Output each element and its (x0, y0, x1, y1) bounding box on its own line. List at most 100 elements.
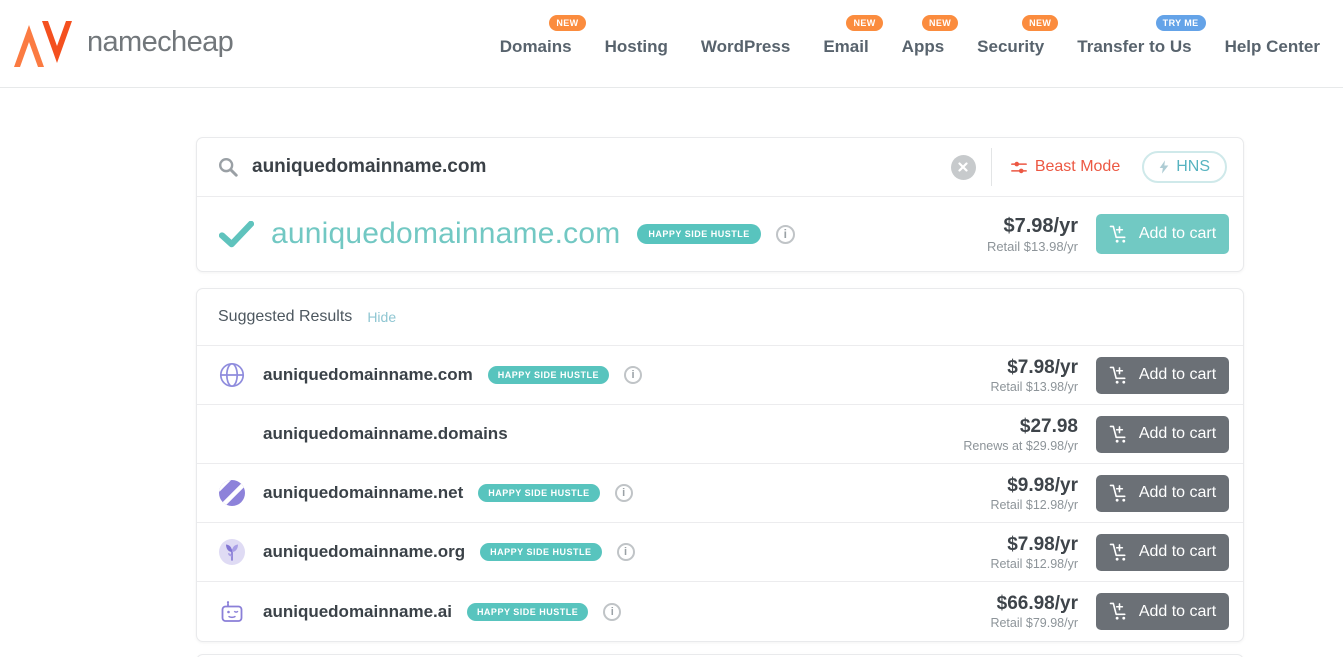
nav-label: Transfer to Us (1077, 36, 1192, 56)
nav-transfer-to-us[interactable]: TRY ME Transfer to Us (1077, 14, 1206, 57)
suggested-row-org: auniquedomainname.org HAPPY SIDE HUSTLE … (197, 523, 1243, 582)
nav-help-center[interactable]: Help Center (1225, 31, 1320, 57)
nav-hosting[interactable]: Hosting (605, 31, 668, 57)
add-to-cart-label: Add to cart (1138, 602, 1217, 620)
primary-domain-name: auniquedomainname.com (271, 217, 621, 250)
ai-robot-icon (218, 598, 246, 626)
domain-search-bar: Beast Mode HNS (197, 138, 1243, 197)
logo-text: namecheap (87, 25, 234, 58)
add-to-cart-label: Add to cart (1138, 366, 1217, 383)
domain-search-input[interactable] (252, 156, 951, 178)
globe-icon (218, 361, 246, 389)
suggested-row-net: auniquedomainname.net HAPPY SIDE HUSTLE … (197, 464, 1243, 523)
nav-security[interactable]: NEW Security (977, 14, 1059, 57)
suggested-domain-name: auniquedomainname.ai (263, 601, 452, 621)
suggested-row-ai: auniquedomainname.ai HAPPY SIDE HUSTLE i… (197, 582, 1243, 641)
cart-plus-icon (1109, 484, 1126, 502)
suggested-domain-name: auniquedomainname.net (263, 483, 464, 502)
retail-price: Retail $13.98/yr (986, 238, 1078, 254)
price-block: $66.98/yr Retail $79.98/yr (990, 593, 1078, 630)
info-icon[interactable]: i (603, 602, 622, 621)
namecheap-logo[interactable]: namecheap (14, 20, 234, 67)
suggested-domain-name: auniquedomainname.domains (263, 424, 508, 443)
price-block: $7.98/yr Retail $13.98/yr (990, 357, 1078, 394)
price: $7.98/yr (1007, 356, 1078, 378)
happy-side-hustle-badge: HAPPY SIDE HUSTLE (466, 602, 589, 621)
close-icon (958, 162, 968, 172)
divider (990, 148, 992, 186)
net-tld-icon (218, 479, 246, 507)
suggested-results-card: Suggested Results Hide auniquedomainname… (196, 288, 1244, 642)
suggested-domain-name: auniquedomainname.com (263, 365, 473, 384)
suggested-row-domains: auniquedomainname.domains $27.98 Renews … (197, 405, 1243, 464)
happy-side-hustle-badge: HAPPY SIDE HUSTLE (478, 484, 600, 502)
add-to-cart-button[interactable]: Add to cart (1096, 533, 1229, 571)
nav-label: WordPress (700, 36, 791, 56)
cart-plus-icon (1109, 366, 1126, 384)
nav-label: Security (977, 36, 1045, 56)
header: namecheap NEW Domains Hosting WordPress … (0, 0, 1343, 88)
price: $7.98/yr (1007, 533, 1078, 555)
icon-placeholder (218, 420, 246, 448)
namecheap-domain-search-page: namecheap NEW Domains Hosting WordPress … (0, 0, 1343, 657)
cart-plus-icon (1109, 225, 1126, 243)
happy-side-hustle-badge: HAPPY SIDE HUSTLE (480, 543, 602, 561)
suggested-row-com: auniquedomainname.com HAPPY SIDE HUSTLE … (197, 346, 1243, 405)
price-block: $7.98/yr Retail $12.98/yr (990, 534, 1078, 571)
clear-search-button[interactable] (950, 154, 976, 180)
price: $7.98/yr (1003, 214, 1078, 237)
main-nav: NEW Domains Hosting WordPress NEW Email … (499, 14, 1320, 57)
beast-mode-label: Beast Mode (1034, 158, 1121, 175)
add-to-cart-button[interactable]: Add to cart (1096, 593, 1229, 630)
retail-price: Retail $12.98/yr (990, 556, 1078, 571)
nav-apps[interactable]: NEW Apps (902, 14, 959, 57)
price: $66.98/yr (996, 593, 1078, 614)
available-check-icon (219, 220, 254, 247)
search-card: Beast Mode HNS auniquedomainname.com HAP… (196, 137, 1244, 272)
add-to-cart-label: Add to cart (1138, 484, 1217, 501)
retail-price: Retail $12.98/yr (990, 497, 1078, 512)
nav-domains[interactable]: NEW Domains (499, 14, 586, 57)
info-icon[interactable]: i (775, 224, 795, 244)
suggested-results-title: Suggested Results (218, 308, 353, 325)
primary-price-block: $7.98/yr Retail $13.98/yr (987, 215, 1078, 254)
new-badge: NEW (549, 14, 586, 31)
nav-label: Hosting (604, 36, 668, 56)
info-icon[interactable]: i (616, 543, 635, 561)
cart-plus-icon (1109, 425, 1126, 443)
add-to-cart-button[interactable]: Add to cart (1096, 415, 1229, 453)
info-icon[interactable]: i (624, 366, 643, 384)
retail-price: Retail $13.98/yr (990, 379, 1078, 394)
nav-email[interactable]: NEW Email (823, 14, 883, 57)
search-results-area: Beast Mode HNS auniquedomainname.com HAP… (196, 137, 1244, 657)
lightning-icon (1159, 160, 1169, 174)
add-to-cart-label: Add to cart (1138, 425, 1217, 442)
happy-side-hustle-badge: HAPPY SIDE HUSTLE (487, 366, 610, 384)
cart-plus-icon (1109, 543, 1126, 561)
hns-label: HNS (1176, 158, 1210, 175)
add-to-cart-button[interactable]: Add to cart (1096, 214, 1229, 254)
add-to-cart-label: Add to cart (1138, 543, 1217, 560)
new-badge: NEW (1022, 14, 1059, 31)
add-to-cart-button[interactable]: Add to cart (1096, 356, 1229, 394)
namecheap-logo-icon (14, 20, 72, 67)
renewal-price: Renews at $29.98/yr (963, 438, 1078, 453)
add-to-cart-button[interactable]: Add to cart (1096, 474, 1229, 512)
cart-plus-icon (1109, 602, 1126, 620)
retail-price: Retail $79.98/yr (990, 616, 1078, 630)
nav-label: Domains (499, 36, 572, 56)
primary-result-row: auniquedomainname.com HAPPY SIDE HUSTLE … (197, 197, 1243, 271)
suggested-domain-name: auniquedomainname.org (263, 542, 466, 561)
beast-mode-toggle[interactable]: Beast Mode (1010, 158, 1121, 176)
nav-label: Help Center (1224, 36, 1320, 56)
suggested-results-header: Suggested Results Hide (197, 289, 1243, 346)
happy-side-hustle-badge: HAPPY SIDE HUSTLE (637, 224, 761, 244)
hns-button[interactable]: HNS (1142, 151, 1227, 183)
price: $27.98 (1019, 415, 1078, 437)
sliders-icon (1010, 161, 1027, 173)
add-to-cart-label: Add to cart (1138, 225, 1217, 242)
info-icon[interactable]: i (614, 484, 633, 502)
new-badge: NEW (921, 14, 959, 31)
nav-wordpress[interactable]: WordPress (701, 31, 790, 57)
hide-link[interactable]: Hide (367, 309, 396, 325)
